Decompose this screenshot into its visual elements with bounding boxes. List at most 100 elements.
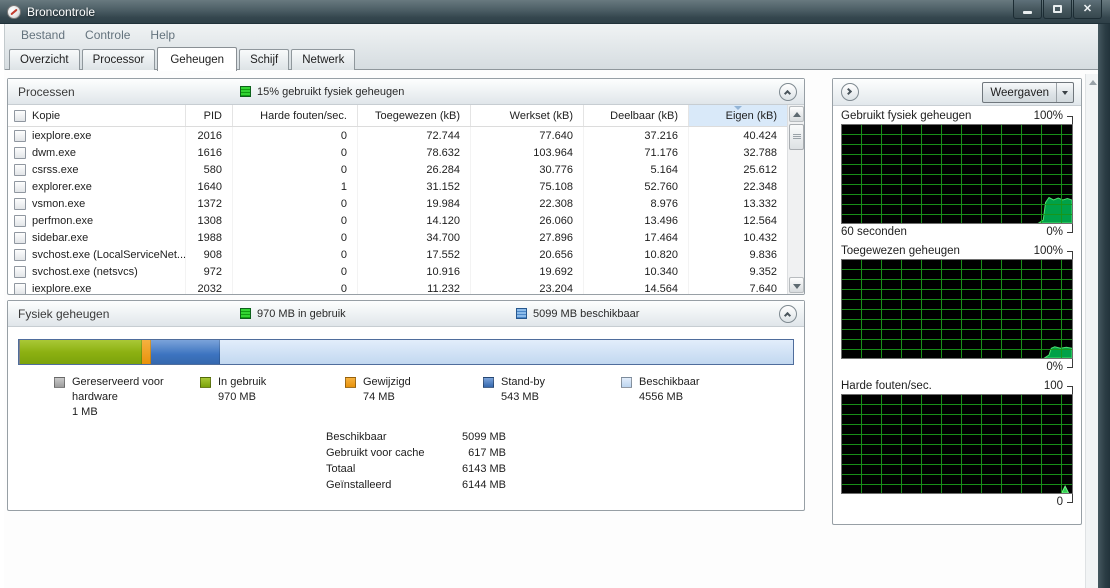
- menu-bestand[interactable]: Bestand: [11, 26, 75, 44]
- row-checkbox[interactable]: [14, 215, 26, 227]
- close-button[interactable]: ✕: [1073, 0, 1102, 19]
- bar-segment-standby: [151, 340, 219, 364]
- table-row[interactable]: csrss.exe 580026.28430.7765.16425.612: [8, 161, 788, 178]
- tab-processor[interactable]: Processor: [82, 49, 156, 70]
- process-rows: iexplore.exe 2016072.74477.64037.21640.4…: [8, 127, 804, 294]
- table-row[interactable]: iexplore.exe 2016072.74477.64037.21640.4…: [8, 127, 788, 144]
- legend-standby: Stand-by543 MB: [483, 375, 621, 420]
- chevron-up-icon: [784, 90, 791, 97]
- table-row[interactable]: svchost.exe (LocalServiceNet... 908017.5…: [8, 246, 788, 263]
- process-table-scrollbar[interactable]: [787, 105, 804, 294]
- column-header-harde-fouten[interactable]: Harde fouten/sec.: [233, 105, 358, 126]
- row-checkbox[interactable]: [14, 164, 26, 176]
- table-row[interactable]: perfmon.exe 1308014.12026.06013.49612.56…: [8, 212, 788, 229]
- chart-ymin: 0: [1057, 496, 1063, 508]
- memory-usage-icon: [240, 86, 251, 97]
- processes-panel-header: Processen 15% gebruikt fysiek geheugen: [8, 79, 804, 105]
- column-header-pid[interactable]: PID: [186, 105, 233, 126]
- scrollbar-thumb[interactable]: [789, 124, 804, 150]
- bar-segment-available: [220, 340, 793, 364]
- chevron-down-icon: [1062, 91, 1068, 95]
- column-header-eigen[interactable]: Eigen (kB): [689, 105, 788, 126]
- memory-in-use-status: 970 MB in gebruik: [240, 308, 346, 320]
- charts-toolbar: Weergaven: [833, 79, 1081, 106]
- table-row[interactable]: vsmon.exe 1372019.98422.3088.97613.332: [8, 195, 788, 212]
- tab-netwerk[interactable]: Netwerk: [291, 49, 355, 70]
- axis-bracket: [1067, 224, 1073, 233]
- column-header-werkset[interactable]: Werkset (kB): [471, 105, 584, 126]
- row-checkbox[interactable]: [14, 249, 26, 261]
- axis-bracket: [1067, 494, 1073, 503]
- sort-arrow-icon: [734, 106, 742, 110]
- tab-overzicht[interactable]: Overzicht: [9, 49, 80, 70]
- select-all-checkbox[interactable]: [14, 110, 26, 122]
- stat-beschikbaar: Beschikbaar5099 MB: [326, 429, 506, 445]
- chart-xlabel: 60 seconden: [841, 226, 907, 238]
- title-bar: Broncontrole ✕: [0, 0, 1110, 24]
- table-row[interactable]: dwm.exe 1616078.632103.96471.17632.788: [8, 144, 788, 161]
- column-header-kopie[interactable]: Kopie: [8, 105, 186, 126]
- in-use-text: 970 MB in gebruik: [257, 308, 346, 320]
- minimize-button[interactable]: [1013, 0, 1042, 19]
- row-checkbox[interactable]: [14, 283, 26, 295]
- memory-stats: Beschikbaar5099 MB Gebruikt voor cache61…: [326, 429, 506, 493]
- scroll-down-icon: [793, 284, 801, 289]
- maximize-button[interactable]: [1043, 0, 1072, 19]
- scroll-up-button[interactable]: [789, 106, 804, 122]
- table-row[interactable]: iexplore.exe 2032011.23223.20414.5647.64…: [8, 280, 788, 294]
- processes-title: Processen: [8, 85, 75, 99]
- collapse-charts-button[interactable]: [841, 83, 859, 101]
- window-title: Broncontrole: [27, 5, 95, 19]
- legend-available: Beschikbaar4556 MB: [621, 375, 700, 420]
- tab-geheugen[interactable]: Geheugen: [157, 47, 237, 71]
- processes-panel: Processen 15% gebruikt fysiek geheugen K…: [7, 78, 805, 295]
- app-icon: [7, 5, 21, 19]
- menu-controle[interactable]: Controle: [75, 26, 140, 44]
- bar-segment-modified: [142, 340, 151, 364]
- row-checkbox[interactable]: [14, 147, 26, 159]
- close-icon: ✕: [1083, 4, 1092, 15]
- row-checkbox[interactable]: [14, 266, 26, 278]
- available-icon: [516, 308, 527, 319]
- column-header-toegewezen[interactable]: Toegewezen (kB): [358, 105, 471, 126]
- chart-hard-faults: Harde fouten/sec. 100 0: [833, 376, 1081, 511]
- memory-composition-bar: [18, 339, 794, 365]
- chevron-right-icon: [845, 88, 852, 95]
- collapse-processes-button[interactable]: [779, 83, 797, 101]
- table-row[interactable]: explorer.exe 1640131.15275.10852.76022.3…: [8, 178, 788, 195]
- in-use-icon: [240, 308, 251, 319]
- table-row[interactable]: svchost.exe (netsvcs) 972010.91619.69210…: [8, 263, 788, 280]
- stat-totaal: Totaal6143 MB: [326, 461, 506, 477]
- column-header-deelbaar[interactable]: Deelbaar (kB): [584, 105, 689, 126]
- dropdown-arrow[interactable]: [1056, 83, 1073, 102]
- legend-hardware: Gereserveerd voor hardware1 MB: [54, 375, 200, 420]
- views-dropdown-button[interactable]: Weergaven: [982, 82, 1074, 103]
- chevron-up-icon: [784, 312, 791, 319]
- minimize-icon: [1023, 11, 1032, 14]
- process-table-header: Kopie PID Harde fouten/sec. Toegewezen (…: [8, 105, 788, 127]
- row-checkbox[interactable]: [14, 198, 26, 210]
- memory-available-status: 5099 MB beschikbaar: [516, 308, 639, 320]
- chart-ymax: 100: [1044, 380, 1063, 392]
- chart-commit-charge: Toegewezen geheugen 100% 0%: [833, 241, 1081, 376]
- legend-swatch-lightblue: [621, 377, 632, 388]
- chart-title: Toegewezen geheugen: [841, 245, 960, 257]
- row-checkbox[interactable]: [14, 181, 26, 193]
- pane-scrollbar[interactable]: [1085, 74, 1098, 588]
- collapse-memory-button[interactable]: [779, 305, 797, 323]
- chart-area: [841, 259, 1073, 359]
- scroll-up-icon: [793, 112, 801, 117]
- chart-ymax: 100%: [1034, 110, 1063, 122]
- chart-title: Harde fouten/sec.: [841, 380, 932, 392]
- row-checkbox[interactable]: [14, 232, 26, 244]
- memory-usage-status: 15% gebruikt fysiek geheugen: [240, 86, 404, 98]
- row-checkbox[interactable]: [14, 130, 26, 142]
- menu-help[interactable]: Help: [140, 26, 185, 44]
- chart-area: [841, 394, 1073, 494]
- memory-panel-header: Fysiek geheugen 970 MB in gebruik 5099 M…: [8, 301, 804, 327]
- scroll-down-button[interactable]: [789, 277, 804, 293]
- table-row[interactable]: sidebar.exe 1988034.70027.89617.46410.43…: [8, 229, 788, 246]
- memory-usage-text: 15% gebruikt fysiek geheugen: [257, 86, 404, 98]
- tab-schijf[interactable]: Schijf: [239, 49, 289, 70]
- physical-memory-panel: Fysiek geheugen 970 MB in gebruik 5099 M…: [7, 300, 805, 511]
